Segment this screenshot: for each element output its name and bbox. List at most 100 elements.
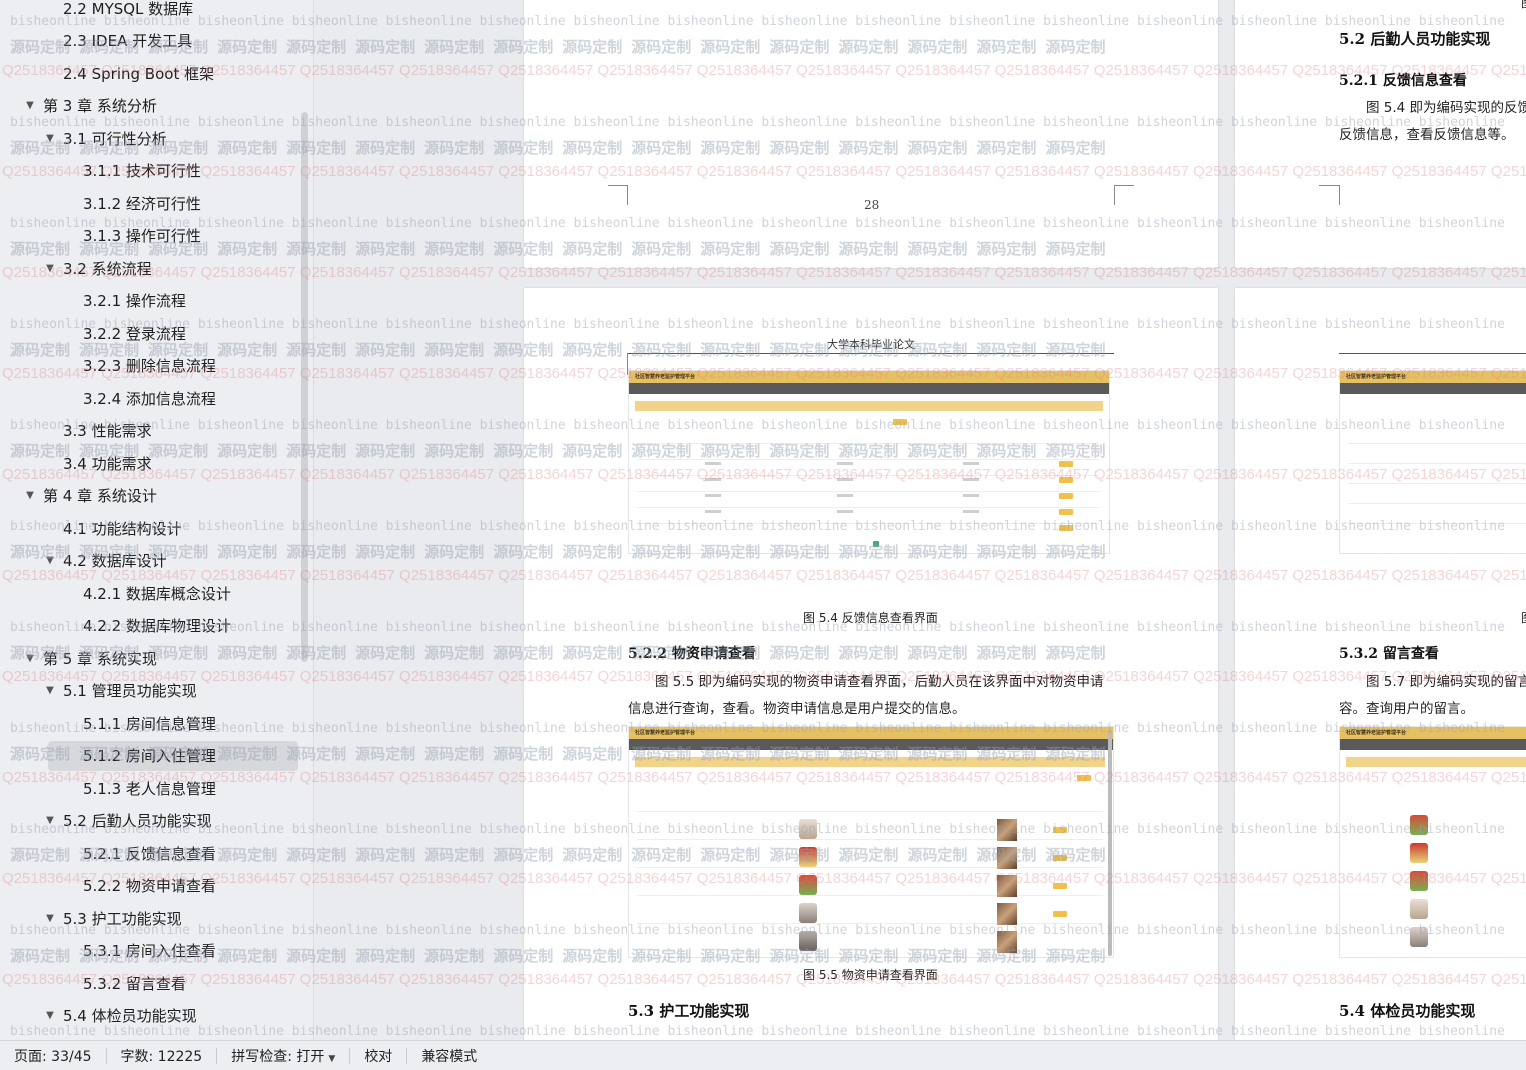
expand-arrow-icon[interactable]: ▼: [44, 133, 56, 144]
header-rule: [628, 353, 1114, 354]
expand-arrow-icon[interactable]: ▼: [44, 815, 56, 826]
paragraph-line: 图 5.5 即为编码实现的物资申请查看界面，后勤人员在该界面中对物资申请: [655, 674, 1104, 690]
expand-arrow-icon[interactable]: ▼: [24, 490, 36, 501]
figure-caption-fragment: 图: [1521, 0, 1526, 11]
outline-item[interactable]: 5.1.1 房间信息管理: [0, 707, 300, 740]
figure-5-5-screenshot: 社区智慧养老监护管理平台: [628, 726, 1114, 958]
outline-item-label: 3.3 性能需求: [63, 422, 152, 441]
section-5-2-2-heading: 5.2.2 物资申请查看: [628, 646, 756, 662]
paragraph-line: 图 5.7 即为编码实现的留言: [1366, 674, 1526, 690]
outline-item[interactable]: 2.3 IDEA 开发工具: [0, 25, 300, 58]
expand-arrow-icon[interactable]: ▼: [24, 100, 36, 111]
page-28: 28: [524, 0, 1218, 268]
outline-item-label: 5.2.1 反馈信息查看: [83, 844, 216, 863]
outline-item-label: 4.2 数据库设计: [63, 552, 167, 571]
header-rule: [1339, 353, 1526, 354]
outline-item[interactable]: ▼ 3.2 系统流程: [0, 252, 300, 285]
expand-arrow-icon[interactable]: ▼: [24, 653, 36, 664]
outline-item-label: 5.3.2 留言查看: [83, 974, 186, 993]
outline-item-label: 4.2.2 数据库物理设计: [83, 617, 231, 636]
figure-5-7-screenshot: 社区智慧养老监护管理平台: [1339, 726, 1526, 958]
outline-item[interactable]: ▼ 5.3 护工功能实现: [0, 902, 300, 935]
navigation-scrollbar[interactable]: [301, 112, 308, 662]
outline-item[interactable]: 5.2.2 物资申请查看: [0, 870, 300, 903]
outline-item-label: 2.2 MYSQL 数据库: [63, 0, 194, 18]
outline-item[interactable]: ▼ 5.2 后勤人员功能实现: [0, 805, 300, 838]
outline-item-label: 4.1 功能结构设计: [63, 519, 182, 538]
screenshot-title: 社区智慧养老监护管理平台: [1346, 374, 1407, 380]
outline-item[interactable]: ▼ 4.2 数据库设计: [0, 545, 300, 578]
navigation-pane: 2.2 MYSQL 数据库 2.3 IDEA 开发工具 2.4 Spring Boo…: [0, 0, 314, 1040]
outline-item-label: 2.3 IDEA 开发工具: [63, 32, 193, 51]
outline-item-label: 3.4 功能需求: [63, 454, 152, 473]
figure-5-6-screenshot: 社区智慧养老监护管理平台: [1339, 370, 1526, 554]
paragraph-line: 信息进行查询，查看。物资申请信息是用户提交的信息。: [628, 701, 966, 717]
chevron-down-icon: ▼: [328, 1053, 336, 1064]
outline-item-label: 5.3 护工功能实现: [63, 909, 182, 928]
figure-5-4-caption: 图 5.4 反馈信息查看界面: [803, 611, 938, 625]
page-count[interactable]: 页面: 33/45: [0, 1046, 92, 1066]
word-count[interactable]: 字数: 12225: [107, 1046, 203, 1066]
outline-item[interactable]: 3.1.1 技术可行性: [0, 155, 300, 188]
crop-mark: [1339, 185, 1359, 205]
outline-item[interactable]: 3.2.1 操作流程: [0, 285, 300, 318]
crop-mark: [608, 353, 628, 375]
proofread-button[interactable]: 校对: [350, 1046, 392, 1066]
expand-arrow-icon[interactable]: ▼: [44, 1010, 56, 1021]
outline-item[interactable]: 4.1 功能结构设计: [0, 512, 300, 545]
figure-caption-fragment: 图: [1521, 609, 1526, 626]
outline-item-label: 3.2.4 添加信息流程: [83, 389, 216, 408]
outline-item[interactable]: 3.1.2 经济可行性: [0, 187, 300, 220]
outline-item[interactable]: ▼ 5.4 体检员功能实现: [0, 1000, 300, 1033]
figure-5-4-screenshot: 社区智慧养老监护管理平台: [628, 370, 1110, 554]
outline-item-label: 3.1 可行性分析: [63, 129, 167, 148]
outline-item[interactable]: 2.4 Spring Boot 框架: [0, 57, 300, 90]
crop-mark: [608, 185, 628, 205]
outline-item[interactable]: ▼ 第 5 章 系统实现: [0, 642, 300, 675]
outline-item-label: 5.1.2 房间入住管理: [83, 747, 216, 766]
outline-item[interactable]: 3.4 功能需求: [0, 447, 300, 480]
outline-item-label: 第 5 章 系统实现: [43, 649, 157, 668]
outline-item-label: 3.2.3 删除信息流程: [83, 357, 216, 376]
expand-arrow-icon[interactable]: ▼: [44, 685, 56, 696]
outline-item[interactable]: ▼ 第 3 章 系统分析: [0, 90, 300, 123]
outline-item[interactable]: 5.2.1 反馈信息查看: [0, 837, 300, 870]
outline-item[interactable]: 5.3.2 留言查看: [0, 967, 300, 1000]
outline-item[interactable]: ▼ 3.1 可行性分析: [0, 122, 300, 155]
outline-item-label: 5.1.3 老人信息管理: [83, 779, 216, 798]
spellcheck-toggle[interactable]: 拼写检查: 打开 ▼: [217, 1046, 335, 1066]
outline-item[interactable]: ▼ 第 4 章 系统设计: [0, 480, 300, 513]
section-5-2-1-heading: 5.2.1 反馈信息查看: [1339, 73, 1467, 89]
status-bar: 页面: 33/45 字数: 12225 拼写检查: 打开 ▼ 校对 兼容模式: [0, 1040, 1526, 1070]
outline-item[interactable]: 3.3 性能需求: [0, 415, 300, 448]
outline-item-label: 3.1.3 操作可行性: [83, 227, 201, 246]
outline-item[interactable]: 5.3.1 房间入住查看: [0, 935, 300, 968]
outline-item-label: 第 4 章 系统设计: [43, 487, 157, 506]
outline-item-label: 2.4 Spring Boot 框架: [63, 64, 215, 83]
outline-item[interactable]: 2.2 MYSQL 数据库: [0, 0, 300, 25]
page-number: 28: [864, 198, 880, 212]
outline-item-label: 第 3 章 系统分析: [43, 97, 157, 116]
outline-item[interactable]: 3.2.4 添加信息流程: [0, 382, 300, 415]
outline-item[interactable]: ▼ 5.1 管理员功能实现: [0, 675, 300, 708]
expand-arrow-icon[interactable]: ▼: [44, 555, 56, 566]
outline-item-label: 3.1.2 经济可行性: [83, 194, 201, 213]
section-5-4-heading: 5.4 体检员功能实现: [1339, 1002, 1476, 1020]
outline-item[interactable]: 4.2.2 数据库物理设计: [0, 610, 300, 643]
outline-item[interactable]: 3.2.3 删除信息流程: [0, 350, 300, 383]
paragraph-line: 图 5.4 即为编码实现的反馈: [1366, 100, 1526, 116]
expand-arrow-icon[interactable]: ▼: [44, 263, 56, 274]
outline-item[interactable]: 3.1.3 操作可行性: [0, 220, 300, 253]
crop-mark: [1114, 185, 1134, 205]
outline-item[interactable]: 3.2.2 登录流程: [0, 317, 300, 350]
outline-item-label: 5.1.1 房间信息管理: [83, 714, 216, 733]
outline-item[interactable]: 4.2.1 数据库概念设计: [0, 577, 300, 610]
outline-item-label: 5.2.2 物资申请查看: [83, 877, 216, 896]
section-5-3-2-heading: 5.3.2 留言查看: [1339, 646, 1439, 662]
section-5-3-heading: 5.3 护工功能实现: [628, 1002, 750, 1020]
outline-item-label: 5.4 体检员功能实现: [63, 1007, 197, 1026]
expand-arrow-icon[interactable]: ▼: [44, 913, 56, 924]
screenshot-title: 社区智慧养老监护管理平台: [635, 730, 696, 736]
outline-item[interactable]: 5.1.2 房间入住管理: [0, 740, 300, 773]
outline-item[interactable]: 5.1.3 老人信息管理: [0, 772, 300, 805]
